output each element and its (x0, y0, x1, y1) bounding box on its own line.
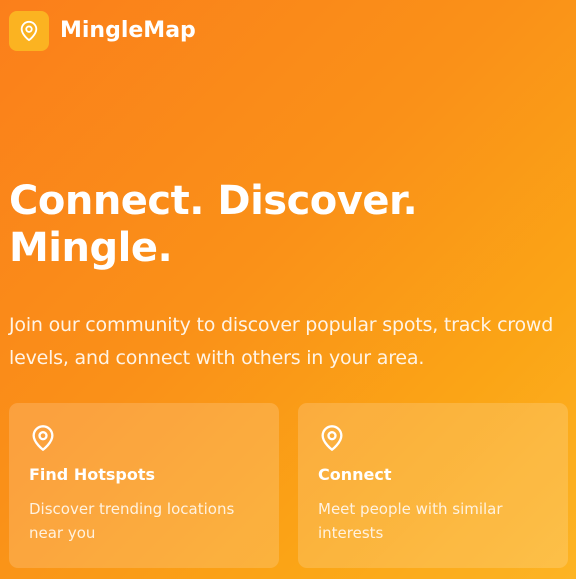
feature-title: Find Hotspots (29, 465, 155, 484)
feature-description: Discover trending locations near you (29, 500, 235, 542)
map-pin-icon (32, 425, 54, 451)
feature-card-find-hotspots[interactable]: Find Hotspots Discover trending location… (9, 403, 279, 568)
hero-title-line-1: Connect. Discover. (9, 178, 418, 224)
app-header: MingleMap (9, 11, 196, 51)
feature-card-connect[interactable]: Connect Meet people with similar interes… (298, 403, 568, 568)
app-name[interactable]: MingleMap (60, 11, 196, 51)
map-pin-icon (20, 20, 38, 42)
feature-description: Meet people with similar interests (318, 500, 503, 542)
feature-title: Connect (318, 465, 392, 484)
logo[interactable] (9, 11, 49, 51)
hero-subtitle: Join our community to discover popular s… (9, 314, 554, 369)
map-pin-icon (321, 425, 343, 451)
hero-title-line-2: Mingle. (9, 225, 173, 271)
hero-title: Connect. Discover. Mingle. (9, 178, 569, 272)
